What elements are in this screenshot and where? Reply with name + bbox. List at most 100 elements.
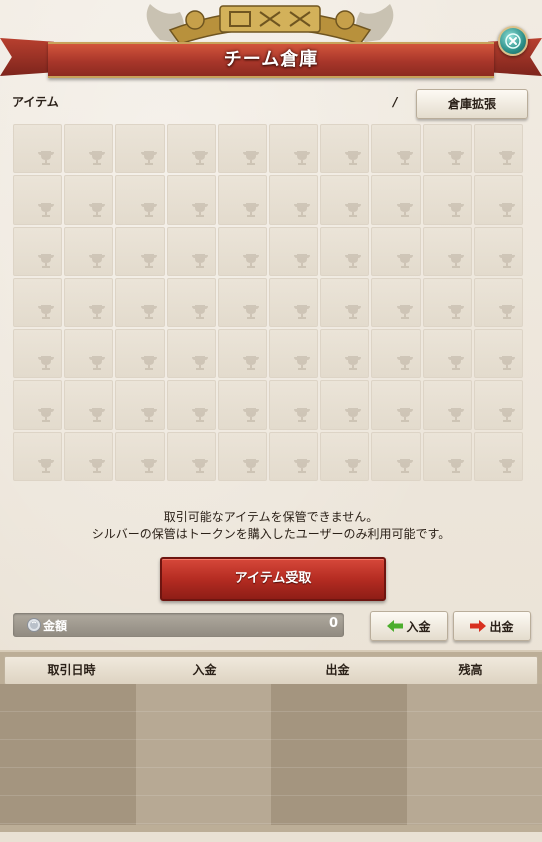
item-slot[interactable] <box>473 329 523 379</box>
notice-line-1: 取引可能なアイテムを保管できません。 <box>163 510 379 524</box>
item-slot[interactable] <box>422 431 472 481</box>
trophy-placeholder-icon <box>243 458 259 473</box>
item-slot[interactable] <box>371 329 421 379</box>
trophy-placeholder-icon <box>294 356 311 371</box>
item-slot[interactable] <box>217 431 267 481</box>
item-slot[interactable] <box>473 380 523 430</box>
column-header-deposit: 入金 <box>192 663 217 677</box>
item-slot[interactable] <box>64 431 114 481</box>
item-slot[interactable] <box>320 226 370 276</box>
item-slot[interactable] <box>13 431 63 481</box>
item-slot[interactable] <box>13 329 63 379</box>
trophy-placeholder-icon <box>294 253 311 268</box>
item-slot[interactable] <box>115 329 165 379</box>
item-slot[interactable] <box>422 124 472 174</box>
item-slot[interactable] <box>269 226 319 276</box>
trophy-placeholder-icon <box>38 151 55 166</box>
item-slot[interactable] <box>217 226 267 276</box>
column-header-withdraw: 出金 <box>325 663 350 677</box>
trophy-placeholder-icon <box>396 407 413 422</box>
column-header-balance: 残高 <box>458 663 483 677</box>
item-slot[interactable] <box>269 329 319 379</box>
item-slot[interactable] <box>320 277 370 328</box>
item-slot[interactable] <box>64 124 114 174</box>
trophy-placeholder-icon <box>345 253 362 268</box>
item-slot[interactable] <box>320 431 370 481</box>
close-button[interactable] <box>498 26 528 56</box>
item-slot[interactable] <box>217 380 267 430</box>
item-slot[interactable] <box>473 175 523 225</box>
item-slot[interactable] <box>422 277 472 328</box>
trophy-placeholder-icon <box>396 356 413 371</box>
column-header-datetime: 取引日時 <box>47 663 96 677</box>
item-slot[interactable] <box>115 431 165 481</box>
item-slot[interactable] <box>473 277 523 328</box>
item-slot[interactable] <box>166 124 216 174</box>
withdraw-button[interactable]: 出金 <box>453 611 531 641</box>
item-slot[interactable] <box>371 431 421 481</box>
item-slot[interactable] <box>166 380 216 430</box>
deposit-button-label: 入金 <box>406 619 431 634</box>
item-slot[interactable] <box>166 329 216 379</box>
item-slot[interactable] <box>166 175 216 225</box>
trophy-placeholder-icon <box>345 151 362 166</box>
item-slot[interactable] <box>371 226 421 276</box>
item-slot[interactable] <box>64 277 114 328</box>
item-slot[interactable] <box>269 277 319 328</box>
trophy-placeholder-icon <box>447 356 464 371</box>
item-slot[interactable] <box>269 124 319 174</box>
item-slot[interactable] <box>422 175 472 225</box>
item-slot[interactable] <box>269 175 319 225</box>
item-slot[interactable] <box>166 226 216 276</box>
item-slot[interactable] <box>115 226 165 276</box>
item-slot[interactable] <box>115 124 165 174</box>
team-warehouse-window: チーム倉庫 アイテム / 倉庫拡張 取引可能なアイテムを保管できません。 シルバ… <box>0 0 542 842</box>
item-slot[interactable] <box>115 277 165 328</box>
item-slot[interactable] <box>217 329 267 379</box>
item-slot[interactable] <box>473 226 523 276</box>
receive-items-button[interactable]: アイテム受取 <box>160 557 386 601</box>
item-slot[interactable] <box>64 329 114 379</box>
item-slot[interactable] <box>320 380 370 430</box>
trophy-placeholder-icon <box>89 407 106 422</box>
item-slot[interactable] <box>64 380 114 430</box>
item-slot[interactable] <box>371 124 421 174</box>
item-slot[interactable] <box>13 226 63 276</box>
item-slot[interactable] <box>371 380 421 430</box>
item-slot[interactable] <box>217 124 267 174</box>
trophy-placeholder-icon <box>243 356 259 371</box>
expand-warehouse-button[interactable]: 倉庫拡張 <box>416 89 528 119</box>
item-slot[interactable] <box>320 124 370 174</box>
item-slot[interactable] <box>422 226 472 276</box>
item-slot[interactable] <box>13 380 63 430</box>
item-slot[interactable] <box>320 175 370 225</box>
trophy-placeholder-icon <box>447 253 464 268</box>
deposit-button[interactable]: 入金 <box>370 611 448 641</box>
item-slot[interactable] <box>371 277 421 328</box>
item-slot[interactable] <box>422 329 472 379</box>
item-slot[interactable] <box>64 175 114 225</box>
item-slot[interactable] <box>13 124 63 174</box>
trophy-placeholder-icon <box>499 151 515 166</box>
notice-line-2: シルバーの保管はトークンを購入したユーザーのみ利用可能です。 <box>91 527 451 541</box>
item-slot[interactable] <box>115 175 165 225</box>
item-slot[interactable] <box>166 277 216 328</box>
item-slot[interactable] <box>371 175 421 225</box>
item-slot[interactable] <box>13 175 63 225</box>
item-slot[interactable] <box>473 124 523 174</box>
item-slot[interactable] <box>473 431 523 481</box>
trophy-placeholder-icon <box>294 305 311 320</box>
item-slot[interactable] <box>13 277 63 328</box>
item-slot[interactable] <box>217 277 267 328</box>
item-slot[interactable] <box>64 226 114 276</box>
trophy-placeholder-icon <box>499 407 515 422</box>
trophy-placeholder-icon <box>140 253 157 268</box>
item-slot[interactable] <box>115 380 165 430</box>
trophy-placeholder-icon <box>38 356 55 371</box>
item-slot[interactable] <box>422 380 472 430</box>
item-slot[interactable] <box>166 431 216 481</box>
item-slot[interactable] <box>269 431 319 481</box>
item-slot[interactable] <box>269 380 319 430</box>
item-slot[interactable] <box>320 329 370 379</box>
item-slot[interactable] <box>217 175 267 225</box>
